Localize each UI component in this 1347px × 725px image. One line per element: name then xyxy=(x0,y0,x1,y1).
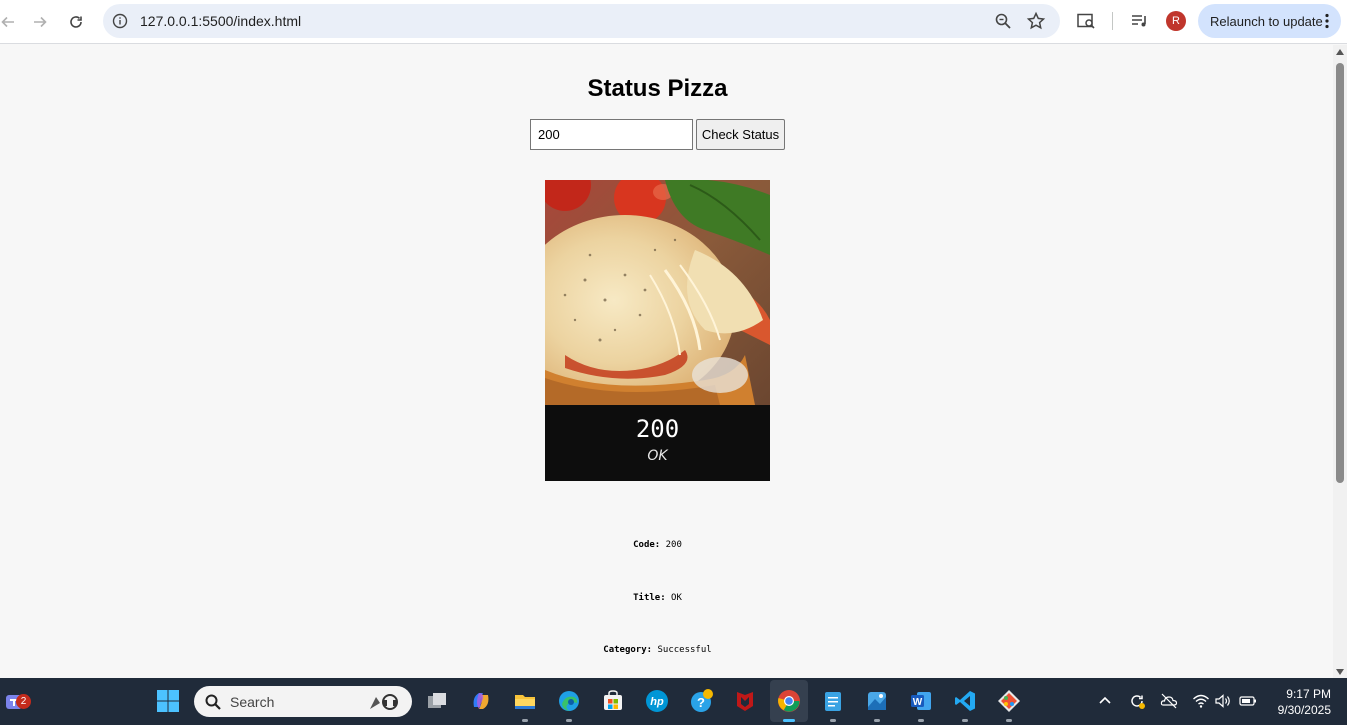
scroll-thumb[interactable] xyxy=(1336,63,1344,483)
detail-category: Category: Successful xyxy=(0,645,1315,655)
volume-icon[interactable] xyxy=(1214,692,1232,710)
help-icon[interactable]: ? xyxy=(688,688,714,714)
clock-date: 9/30/2025 xyxy=(1277,703,1331,717)
reload-button[interactable] xyxy=(62,8,90,36)
svg-text:hp: hp xyxy=(650,696,664,708)
task-view-icon[interactable] xyxy=(424,688,450,714)
detail-code: Code: 200 xyxy=(0,540,1315,550)
forward-arrow-icon xyxy=(34,16,47,28)
card-status-title: OK xyxy=(647,448,668,464)
url-text[interactable]: 127.0.0.1:5500/index.html xyxy=(140,13,301,29)
page-content: Status Pizza Check Status xyxy=(0,45,1333,678)
word-icon[interactable]: W xyxy=(908,688,934,714)
file-explorer-icon[interactable] xyxy=(512,688,538,714)
bookmark-star-icon[interactable] xyxy=(1026,11,1046,31)
svg-text:W: W xyxy=(913,697,923,708)
page-title: Status Pizza xyxy=(587,75,728,102)
search-label: Search xyxy=(230,694,275,710)
wifi-icon[interactable] xyxy=(1192,692,1210,710)
status-code-input[interactable] xyxy=(530,119,693,150)
windows-start-icon[interactable] xyxy=(155,688,181,714)
scroll-down-icon[interactable] xyxy=(1336,669,1344,675)
relaunch-label: Relaunch to update xyxy=(1210,14,1323,29)
page-scrollbar[interactable] xyxy=(1333,45,1347,678)
microsoft-store-icon[interactable] xyxy=(600,688,626,714)
pizza-image xyxy=(545,180,770,405)
profile-avatar[interactable]: R xyxy=(1166,11,1186,31)
detail-title: Title: OK xyxy=(0,593,1315,603)
detail-label: Code: xyxy=(633,540,661,550)
running-indicator xyxy=(1006,719,1012,722)
detail-label: Category: xyxy=(603,645,653,655)
toolbar-divider xyxy=(1112,12,1113,30)
browser-toolbar: 127.0.0.1:5500/index.html R Relaunch to … xyxy=(0,0,1347,44)
vscode-icon[interactable] xyxy=(952,688,978,714)
detail-value: OK xyxy=(671,593,682,603)
system-clock[interactable]: 9:17 PM 9/30/2025 xyxy=(1278,686,1331,718)
notepad-icon[interactable] xyxy=(820,688,846,714)
reload-icon xyxy=(70,16,82,28)
detail-label: Title: xyxy=(633,593,666,603)
site-info-icon[interactable] xyxy=(111,12,129,30)
notification-badge: 2 xyxy=(16,694,31,709)
show-hidden-icons-chevron-icon[interactable] xyxy=(1096,692,1114,710)
battery-icon[interactable] xyxy=(1239,692,1257,710)
edge-icon[interactable] xyxy=(556,688,582,714)
teams-icon[interactable]: 2 xyxy=(2,688,31,714)
running-indicator xyxy=(830,719,836,722)
taskbar-search[interactable]: Search xyxy=(194,686,412,717)
running-indicator xyxy=(918,719,924,722)
mcafee-icon[interactable] xyxy=(732,688,758,714)
search-icon xyxy=(205,694,221,710)
scroll-up-icon[interactable] xyxy=(1336,49,1344,55)
back-button[interactable] xyxy=(0,8,22,36)
windows-taskbar: 2 Search hp ? W 9:17 PM 9/30/2025 xyxy=(0,678,1347,725)
onedrive-offline-icon[interactable] xyxy=(1160,692,1178,710)
running-indicator xyxy=(962,719,968,722)
git-icon[interactable] xyxy=(996,688,1022,714)
hp-icon[interactable]: hp xyxy=(644,688,670,714)
card-status-code: 200 xyxy=(635,415,680,443)
back-arrow-icon xyxy=(1,16,14,28)
running-indicator xyxy=(874,719,880,722)
svg-text:?: ? xyxy=(697,695,705,710)
detail-value: Successful xyxy=(657,645,712,655)
running-indicator xyxy=(566,719,572,722)
clock-time: 9:17 PM xyxy=(1286,687,1331,701)
search-highlight-icon xyxy=(370,694,398,710)
check-status-button[interactable]: Check Status xyxy=(696,119,785,150)
photos-icon[interactable] xyxy=(864,688,890,714)
active-indicator xyxy=(783,719,795,722)
status-card: 200 OK xyxy=(545,180,770,481)
running-indicator xyxy=(522,719,528,722)
relaunch-button[interactable]: Relaunch to update xyxy=(1198,4,1341,38)
more-menu-icon[interactable] xyxy=(1325,13,1329,29)
sync-icon[interactable] xyxy=(1128,692,1146,710)
detail-value: 200 xyxy=(665,540,682,550)
zoom-icon[interactable] xyxy=(993,11,1013,31)
media-controls-icon[interactable] xyxy=(1130,11,1150,31)
tab-search-icon[interactable] xyxy=(1076,11,1096,31)
chrome-icon[interactable] xyxy=(776,688,802,714)
copilot-icon[interactable] xyxy=(468,688,494,714)
forward-button[interactable] xyxy=(26,8,54,36)
address-bar[interactable]: 127.0.0.1:5500/index.html xyxy=(103,4,1060,38)
